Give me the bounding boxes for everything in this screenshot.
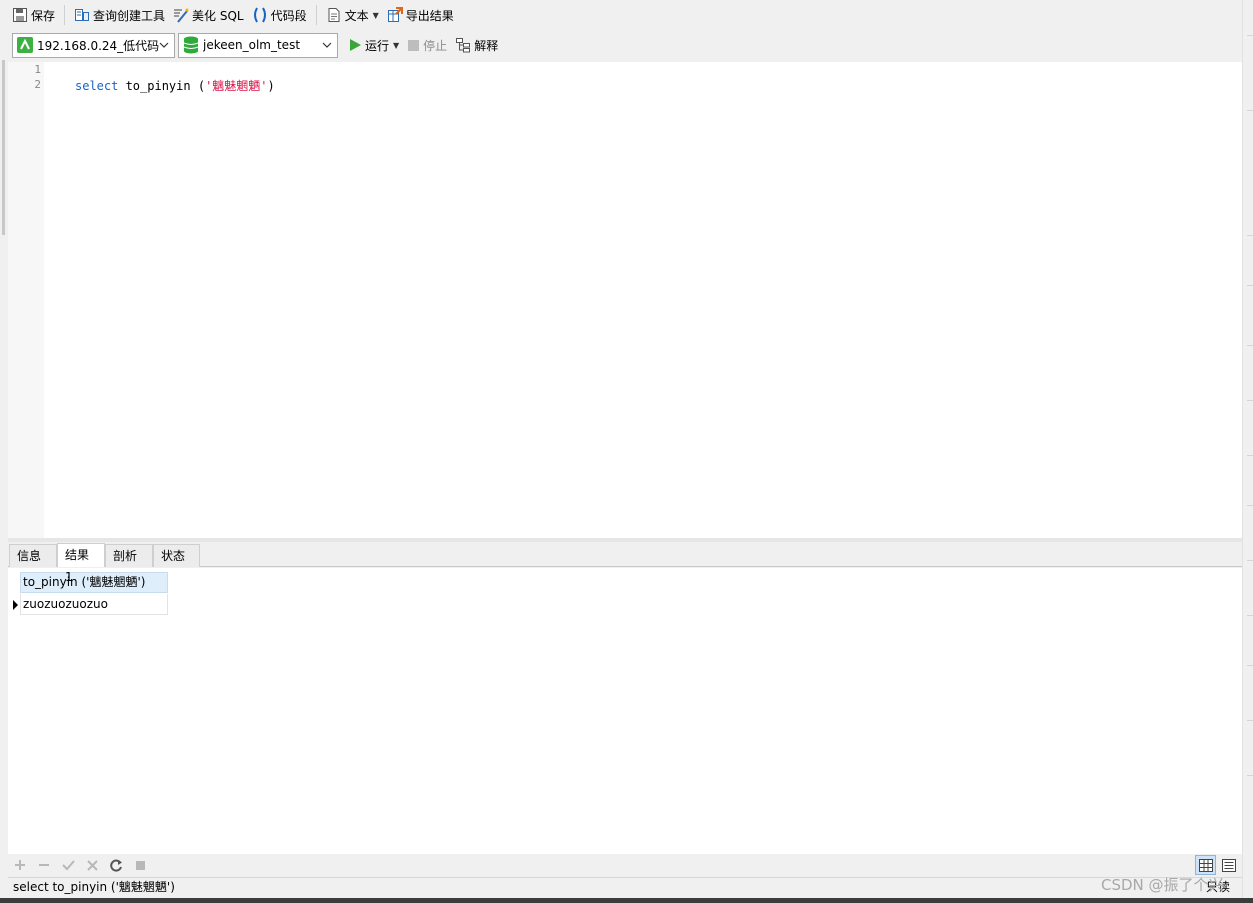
code-snippet-button[interactable]: 代码段: [248, 3, 311, 27]
beautify-sql-label: 美化 SQL: [192, 8, 244, 23]
stop-label: 停止: [423, 38, 448, 53]
toolbar-divider: [64, 5, 66, 25]
text-mode-button[interactable]: 文本 ▼: [322, 3, 383, 27]
chevron-down-icon: ▼: [393, 40, 400, 50]
save-button[interactable]: 保存: [8, 3, 59, 27]
status-sql-text: select to_pinyin ('魑魅魍魉'): [13, 880, 175, 894]
sql-code-line: select to_pinyin ('魑魅魍魉'): [75, 77, 275, 94]
column-header[interactable]: to_pinyin ('魑魅魍魉'): [20, 572, 168, 593]
chevron-down-icon: [322, 42, 332, 48]
tab-result-1[interactable]: 结果 1: [57, 543, 105, 584]
text-document-icon: [328, 8, 340, 22]
delete-record-icon[interactable]: [32, 855, 56, 875]
export-result-button[interactable]: 导出结果: [383, 3, 458, 27]
editor-result-splitter[interactable]: [8, 538, 1242, 542]
sql-editor[interactable]: 1 2 select to_pinyin ('魑魅魍魉'): [8, 62, 1242, 538]
line-number: 2: [34, 78, 41, 91]
stop-icon: [408, 39, 420, 51]
export-result-label: 导出结果: [405, 8, 454, 23]
toolbar-divider: [315, 5, 317, 25]
export-icon: [387, 7, 403, 22]
database-select[interactable]: jekeen_olm_test: [178, 32, 338, 58]
save-label: 保存: [31, 8, 56, 23]
sql-keyword: select: [75, 79, 119, 93]
code-snippet-label: 代码段: [270, 8, 307, 23]
grid-view-icon: [1198, 858, 1213, 872]
run-label: 运行: [365, 38, 390, 53]
connection-icon: [17, 37, 33, 53]
add-record-icon[interactable]: [8, 855, 32, 875]
status-bar: select to_pinyin ('魑魅魍魉') 只读: [8, 877, 1242, 897]
tab-profile[interactable]: 剖析: [105, 544, 153, 567]
sql-closing-paren: ): [267, 79, 275, 93]
query-builder-label: 查询创建工具: [93, 8, 166, 23]
tab-status[interactable]: 状态: [153, 544, 200, 567]
apply-changes-icon[interactable]: [56, 855, 80, 875]
grid-view-button[interactable]: [1195, 855, 1216, 875]
watermark: CSDN @振了个兴: [1101, 876, 1224, 894]
line-number-gutter: 1 2: [8, 62, 44, 538]
discard-changes-icon[interactable]: [80, 855, 104, 875]
play-icon: [350, 39, 361, 51]
connection-select[interactable]: 192.168.0.24_低代码: [12, 32, 175, 58]
main-toolbar: 保存 查询创建工具 美化 SQL 代码段 文本 ▼ 导出结果: [8, 2, 1242, 28]
connection-name: 192.168.0.24_低代码: [37, 38, 160, 53]
sql-function: to_pinyin (: [118, 79, 206, 93]
explain-label: 解释: [474, 38, 499, 53]
result-tab-bar: 信息 结果 1 剖析 状态: [8, 543, 1242, 584]
query-builder-icon: [75, 9, 90, 21]
explain-button[interactable]: 解释: [451, 33, 502, 57]
right-edge: [1242, 0, 1253, 903]
query-builder-button[interactable]: 查询创建工具: [70, 3, 169, 27]
connection-toolbar: 192.168.0.24_低代码 jekeen_olm_test 运行 ▼ 停止…: [8, 31, 1242, 59]
result-grid: to_pinyin ('魑魅魍魉') zuozuozuozuo: [8, 568, 1242, 854]
refresh-icon[interactable]: [104, 855, 128, 875]
current-row-indicator-icon: [13, 600, 18, 610]
database-name: jekeen_olm_test: [203, 38, 301, 52]
table-cell[interactable]: zuozuozuozuo: [20, 594, 168, 615]
database-icon: [183, 36, 199, 54]
explain-icon: [456, 38, 471, 53]
code-snippet-icon: [253, 7, 266, 23]
stop-query-icon[interactable]: [128, 855, 152, 875]
form-view-icon: [1221, 858, 1236, 872]
form-view-button[interactable]: [1218, 855, 1239, 875]
save-icon: [13, 8, 27, 22]
window-bottom-edge: [0, 898, 1253, 903]
grid-edit-toolbar: [8, 854, 1242, 876]
beautify-icon: [174, 8, 189, 23]
left-edge: [0, 0, 8, 903]
sql-string-literal: '魑魅魍魉': [205, 79, 268, 93]
text-mode-label: 文本: [344, 8, 369, 23]
stop-button[interactable]: 停止: [403, 33, 451, 57]
run-button[interactable]: 运行 ▼: [344, 33, 403, 57]
line-number: 1: [34, 63, 41, 76]
chevron-down-icon: ▼: [372, 10, 379, 20]
left-edge-mark: [2, 60, 5, 235]
chevron-down-icon: [159, 42, 169, 48]
tab-info[interactable]: 信息: [9, 544, 57, 567]
beautify-sql-button[interactable]: 美化 SQL: [169, 3, 248, 27]
